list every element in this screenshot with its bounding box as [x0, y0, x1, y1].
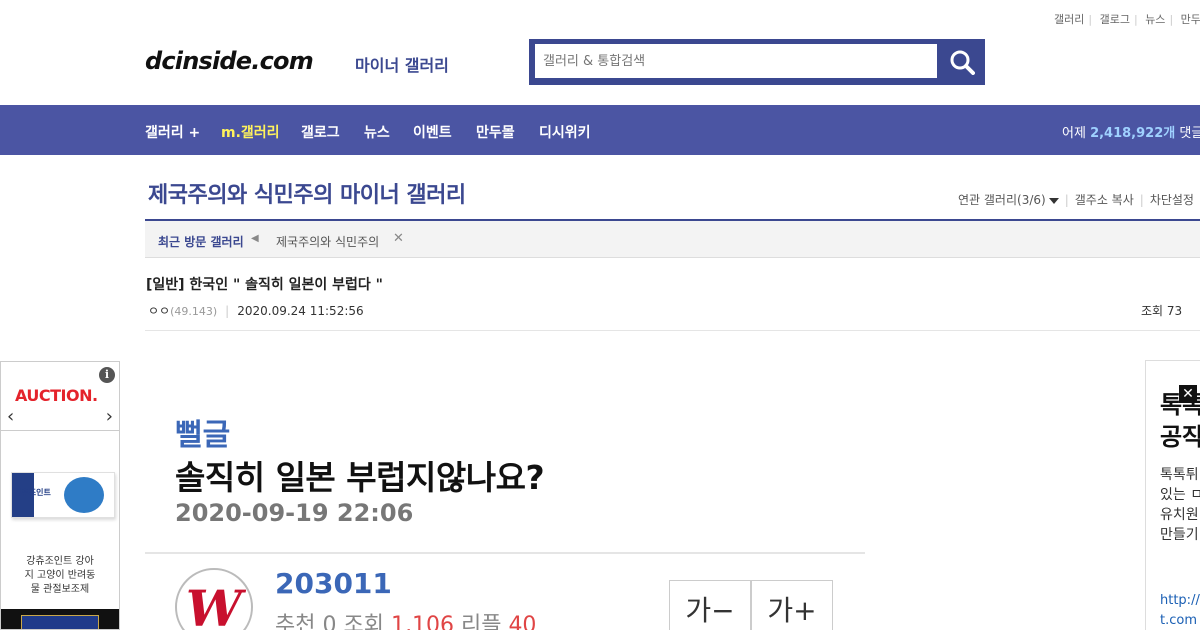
- card-date: 2020-09-19 22:06: [175, 499, 414, 527]
- arrow-right-icon[interactable]: ›: [106, 406, 113, 427]
- views-count: 1,106: [390, 613, 454, 630]
- top-link-gallery[interactable]: 갤러리: [1054, 13, 1084, 26]
- divider: [1, 430, 119, 431]
- left-ad-banner[interactable]: AUCTION. i ‹ › 강츄조인트 강츄조인트 강아 지 고양이 반려동 …: [0, 361, 120, 630]
- ad-body-line: 유치원: [1160, 507, 1199, 523]
- nav-news[interactable]: 뉴스: [364, 122, 390, 142]
- ad-heading: 공작: [1160, 423, 1200, 451]
- copy-address-button[interactable]: 갤주소 복사: [1075, 193, 1134, 207]
- top-link-news[interactable]: 뉴스: [1145, 13, 1165, 26]
- ad-link[interactable]: http:// t.com: [1160, 591, 1200, 630]
- stats-prefix: 어제: [1062, 126, 1086, 141]
- stats-count: 2,418,922개: [1090, 126, 1176, 141]
- nav-event[interactable]: 이벤트: [413, 122, 452, 142]
- search-input[interactable]: [535, 44, 937, 78]
- next-ad-preview: [1, 609, 119, 629]
- gallery-links: 연관 갤러리(3/6) | 갤주소 복사 | 차단설정: [958, 191, 1194, 208]
- close-icon[interactable]: ✕: [393, 231, 404, 246]
- daily-stats: 어제 2,418,922개 댓글: [1062, 122, 1200, 141]
- related-gallery-button[interactable]: 연관 갤러리(3/6): [958, 193, 1059, 207]
- ad-body-line: 만들기: [1160, 527, 1199, 543]
- auction-logo: AUCTION.: [15, 386, 98, 405]
- recommend-count: 0: [322, 613, 337, 630]
- svg-text:W: W: [186, 579, 247, 630]
- main-nav: 갤러리 + m.갤러리 갤로그 뉴스 이벤트 만두몰 디시위키 어제 2,418…: [0, 105, 1200, 155]
- recent-gallery-bar: 최근 방문 갤러리 ◀ 제국주의와 식민주의 ✕: [145, 219, 1200, 258]
- related-gallery-label: 연관 갤러리(3/6): [958, 193, 1046, 207]
- recent-gallery-item[interactable]: 제국주의와 식민주의: [276, 233, 379, 250]
- right-ad-banner[interactable]: 톡톡 공작 ✕ 톡톡튀 있는 ㅁ 유치원 만들기 http:// t.com: [1145, 360, 1200, 630]
- nav-gallog[interactable]: 갤로그: [301, 122, 340, 142]
- site-logo[interactable]: dcinside.com: [145, 47, 314, 75]
- divider: [145, 330, 1200, 331]
- font-decrease-button[interactable]: 가−: [669, 580, 751, 630]
- divider: [145, 552, 865, 554]
- post-author-ip: (49.143): [170, 305, 218, 318]
- top-link-mall[interactable]: 만두몰: [1181, 13, 1200, 26]
- recommend-label: 추천: [275, 613, 316, 630]
- reply-label: 리플: [460, 613, 502, 630]
- divider: |: [1088, 13, 1093, 26]
- post-views: 조회 73: [1141, 304, 1183, 318]
- product-description-line: 지 고양이 반려동: [24, 570, 96, 581]
- stats-suffix: 댓글: [1179, 126, 1200, 141]
- product-image: 강츄조인트: [11, 472, 115, 518]
- nationals-logo-icon: W: [186, 579, 247, 630]
- post-title: [일반] 한국인 " 솔직히 일본이 부럽다 ": [146, 277, 383, 293]
- views-label: 조회: [343, 613, 384, 630]
- caret-left-icon[interactable]: ◀: [251, 233, 259, 244]
- divider: |: [1169, 13, 1174, 26]
- card-author: 뻘글: [175, 418, 231, 453]
- divider: |: [225, 304, 230, 318]
- logo-subtitle[interactable]: 마이너 갤러리: [355, 52, 449, 76]
- product-description-line: 강츄조인트 강아: [26, 556, 94, 567]
- ad-link-line: t.com: [1160, 613, 1197, 628]
- recent-gallery-label: 최근 방문 갤러리: [158, 235, 244, 249]
- divider: |: [1133, 13, 1138, 26]
- product-pet-graphic: [64, 477, 104, 513]
- ad-info-icon[interactable]: i: [99, 367, 115, 383]
- block-settings-button[interactable]: 차단설정: [1150, 193, 1194, 207]
- nav-gallery[interactable]: 갤러리 +: [145, 122, 200, 142]
- card-stats: 추천 0 조회 1,106 리플 40: [275, 607, 536, 630]
- gallery-title[interactable]: 제국주의와 식민주의 마이너 갤러리: [148, 177, 466, 209]
- product-description-line: 물 관절보조제: [30, 584, 90, 595]
- product-name: 강츄조인트: [14, 488, 51, 497]
- card-post-id: 203011: [275, 567, 392, 600]
- divider: |: [1139, 193, 1144, 207]
- top-links: 갤러리| 갤로그| 뉴스| 만두몰: [1054, 11, 1200, 27]
- post-author[interactable]: ㅇㅇ: [148, 304, 170, 318]
- divider: |: [1064, 193, 1069, 207]
- top-link-gallog[interactable]: 갤로그: [1100, 13, 1130, 26]
- ad-body-line: 톡톡튀: [1160, 467, 1199, 483]
- nav-minor-gallery[interactable]: m.갤러리: [221, 122, 280, 142]
- arrow-left-icon[interactable]: ‹: [7, 406, 14, 427]
- close-icon[interactable]: ✕: [1179, 385, 1197, 403]
- avatar: W: [175, 568, 253, 630]
- nav-mall[interactable]: 만두몰: [476, 122, 515, 142]
- next-ad-thumbnail: [21, 615, 99, 629]
- ad-body: 톡톡튀 있는 ㅁ 유치원 만들기: [1160, 465, 1200, 545]
- font-increase-button[interactable]: 가+: [751, 580, 833, 630]
- search-icon: [950, 50, 975, 75]
- product-description: 강츄조인트 강아 지 고양이 반려동 물 관절보조제: [1, 555, 119, 597]
- ad-link-line: http://: [1160, 593, 1200, 608]
- reply-count: 40: [508, 613, 537, 630]
- dropdown-arrow-icon: [1048, 197, 1059, 204]
- ad-body-line: 있는 ㅁ: [1160, 487, 1200, 503]
- post-date: 2020.09.24 11:52:56: [237, 304, 364, 318]
- card-title: 솔직히 일본 부럽지않나요?: [175, 458, 545, 497]
- nav-wiki[interactable]: 디시위키: [539, 122, 591, 142]
- search-bar: [529, 39, 985, 85]
- search-button[interactable]: [939, 39, 985, 85]
- post-meta: ㅇㅇ(49.143) | 2020.09.24 11:52:56: [148, 302, 364, 319]
